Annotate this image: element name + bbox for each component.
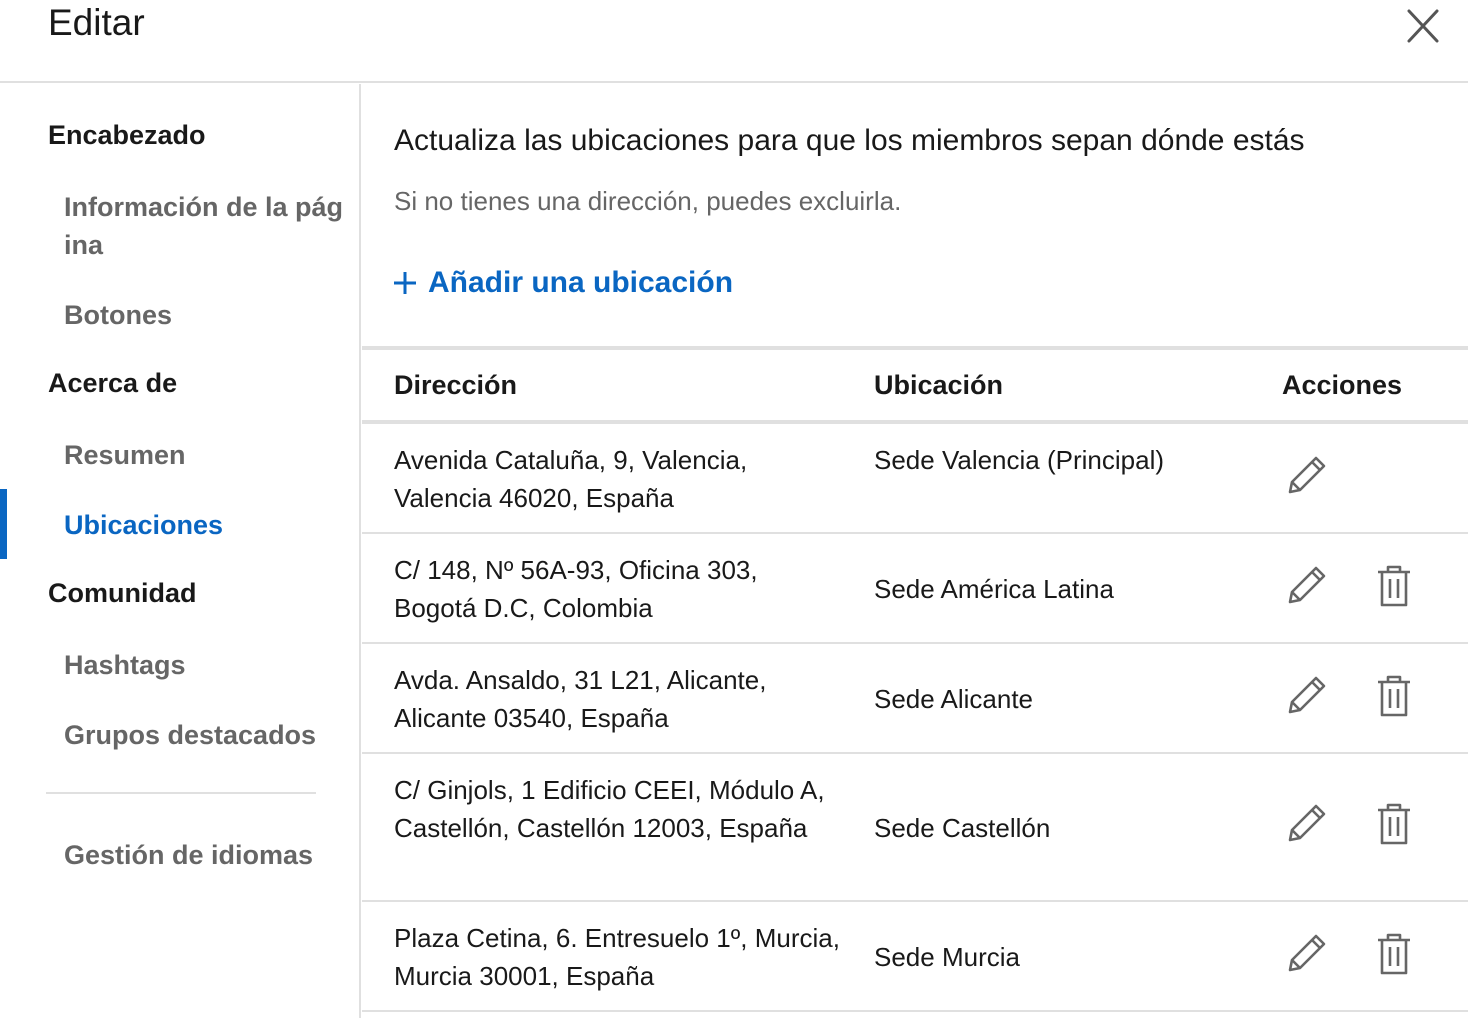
address-cell: Plaza Cetina, 6. Entresuelo 1º, Murcia, … [394, 923, 840, 991]
delete-button[interactable] [1370, 800, 1418, 848]
close-button[interactable] [1400, 6, 1446, 46]
location-cell: Sede América Latina [874, 574, 1114, 604]
edit-button[interactable] [1282, 930, 1330, 978]
address-cell: C/ 148, Nº 56A-93, Oficina 303, Bogotá D… [394, 555, 758, 623]
location-cell: Sede Valencia (Principal) [874, 445, 1164, 475]
page-subtitle: Si no tienes una dirección, puedes exclu… [394, 186, 902, 216]
trash-icon [1378, 675, 1410, 717]
active-indicator [0, 489, 7, 559]
edit-button[interactable] [1282, 800, 1330, 848]
pencil-icon [1288, 934, 1326, 972]
sidebar-section-comunidad: Comunidad [48, 578, 197, 608]
pencil-icon [1288, 676, 1326, 714]
sidebar-item-language-management[interactable]: Gestión de idiomas [64, 836, 344, 874]
pencil-icon [1288, 456, 1326, 494]
sidebar-section-acerca-de: Acerca de [48, 368, 178, 398]
location-cell: Sede Alicante [874, 684, 1034, 714]
modal-title: Editar [48, 2, 145, 43]
delete-button[interactable] [1370, 672, 1418, 720]
sidebar-item-page-info[interactable]: Información de la página [64, 188, 344, 264]
location-cell: Sede Murcia [874, 942, 1020, 972]
sidebar-divider [46, 792, 316, 794]
sidebar-item-featured-groups[interactable]: Grupos destacados [64, 716, 344, 754]
table-row: C/ Ginjols, 1 Edificio CEEI, Módulo A, C… [362, 754, 1468, 902]
sidebar-item-locations[interactable]: Ubicaciones [64, 506, 344, 544]
table-row: Avenida Cataluña, 9, Valencia, Valencia … [362, 424, 1468, 534]
address-cell: C/ Ginjols, 1 Edificio CEEI, Módulo A, C… [394, 775, 825, 843]
trash-icon [1378, 565, 1410, 607]
column-header-address: Dirección [394, 370, 518, 400]
close-icon [1407, 9, 1439, 43]
table-row: Avda. Ansaldo, 31 L21, Alicante, Alicant… [362, 644, 1468, 754]
table-row: C/ 148, Nº 56A-93, Oficina 303, Bogotá D… [362, 534, 1468, 644]
pencil-icon [1288, 566, 1326, 604]
delete-button[interactable] [1370, 562, 1418, 610]
plus-icon [394, 272, 416, 294]
table-top-border [362, 346, 1468, 350]
address-cell: Avda. Ansaldo, 31 L21, Alicante, Alicant… [394, 665, 767, 733]
edit-button[interactable] [1282, 452, 1330, 500]
table-row: Plaza Cetina, 6. Entresuelo 1º, Murcia, … [362, 902, 1468, 1012]
column-header-location: Ubicación [874, 370, 1004, 400]
sidebar-nav: Encabezado Información de la página Boto… [0, 84, 361, 1018]
sidebar-item-hashtags[interactable]: Hashtags [64, 646, 344, 684]
delete-button[interactable] [1370, 930, 1418, 978]
modal-header: Editar [0, 0, 1468, 83]
sidebar-item-buttons[interactable]: Botones [64, 296, 344, 334]
add-location-label: Añadir una ubicación [428, 266, 734, 299]
edit-button[interactable] [1282, 562, 1330, 610]
sidebar-section-encabezado: Encabezado [48, 120, 206, 150]
address-cell: Avenida Cataluña, 9, Valencia, Valencia … [394, 445, 748, 513]
trash-icon [1378, 933, 1410, 975]
location-cell: Sede Castellón [874, 813, 1051, 843]
add-location-button[interactable]: Añadir una ubicación [392, 262, 733, 304]
page-title: Actualiza las ubicaciones para que los m… [394, 124, 1305, 157]
pencil-icon [1288, 804, 1326, 842]
trash-icon [1378, 803, 1410, 845]
main-content: Actualiza las ubicaciones para que los m… [362, 84, 1468, 1018]
sidebar-item-summary[interactable]: Resumen [64, 436, 344, 474]
column-header-actions: Acciones [1282, 370, 1403, 400]
edit-button[interactable] [1282, 672, 1330, 720]
